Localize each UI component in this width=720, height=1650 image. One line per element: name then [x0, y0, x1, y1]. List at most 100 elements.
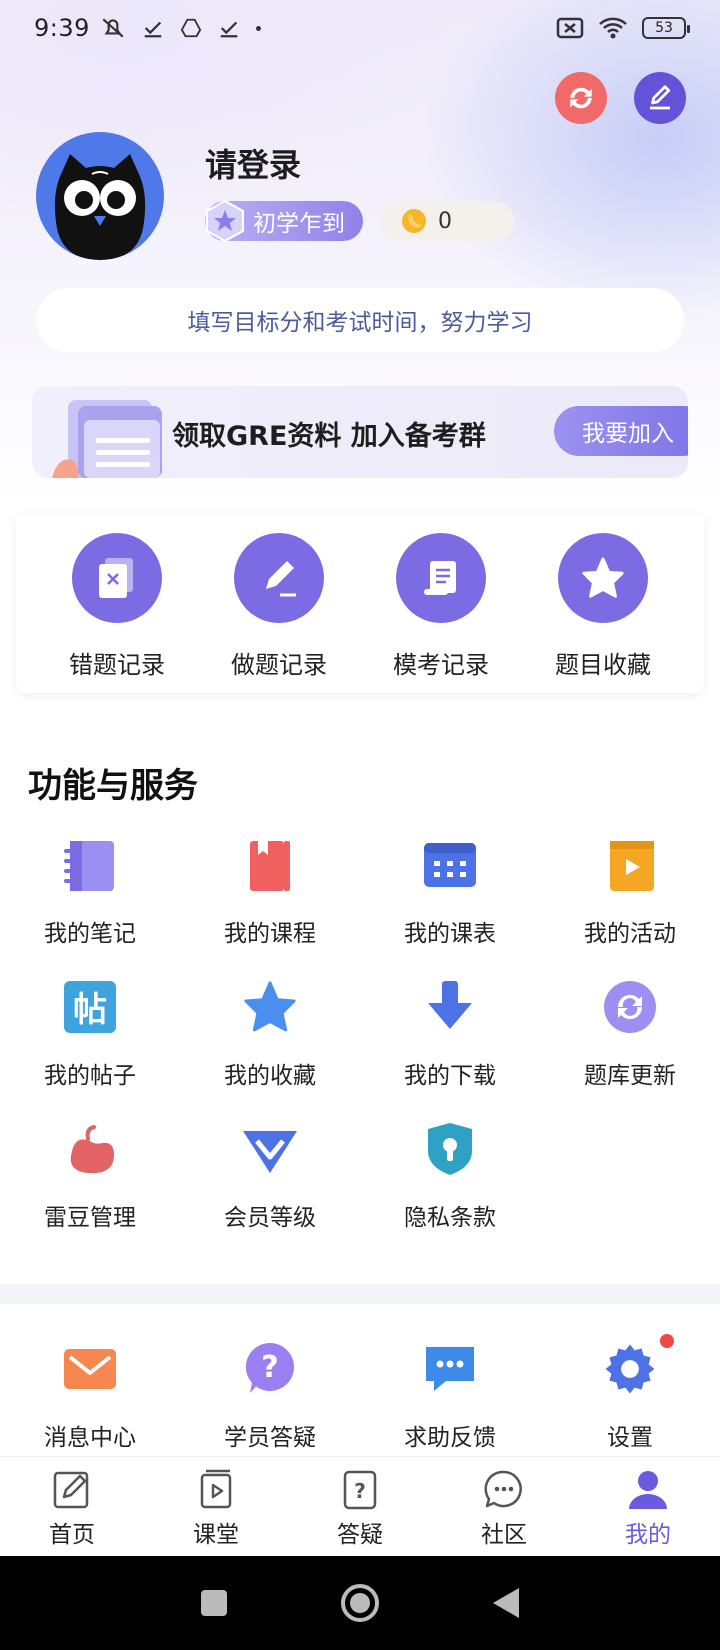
- recents-button[interactable]: [199, 1588, 229, 1618]
- tab-community[interactable]: 社区: [432, 1457, 576, 1556]
- tab-label: 课堂: [193, 1522, 239, 1548]
- service-privacy[interactable]: 隐私条款: [360, 1120, 540, 1232]
- privacy-shield-icon: [428, 1123, 472, 1175]
- more-label: 求助反馈: [404, 1425, 496, 1451]
- record-label: 做题记录: [231, 651, 327, 679]
- record-label: 错题记录: [69, 651, 165, 679]
- goal-setting-bar[interactable]: 填写目标分和考试时间，努力学习: [36, 288, 684, 352]
- qa-icon: ?: [343, 1470, 377, 1510]
- service-label: 题库更新: [584, 1063, 676, 1089]
- book-icon: [250, 841, 290, 891]
- community-icon: [484, 1470, 522, 1508]
- service-label: 我的帖子: [44, 1063, 136, 1089]
- status-bar: 9:39 53: [0, 0, 720, 56]
- star-icon: [582, 557, 624, 598]
- favorite-questions[interactable]: 题目收藏: [533, 533, 673, 693]
- service-label: 我的下载: [404, 1063, 496, 1089]
- mail-icon: [64, 1349, 116, 1389]
- system-nav-bar: [0, 1556, 720, 1650]
- wrong-questions-icon: [99, 558, 133, 598]
- refresh-icon: [570, 87, 592, 109]
- wifi-icon: [599, 17, 627, 39]
- tab-profile[interactable]: 我的: [576, 1457, 720, 1556]
- service-label: 我的课程: [224, 921, 316, 947]
- service-notes[interactable]: 我的笔记: [0, 836, 180, 948]
- practice-record[interactable]: 做题记录: [209, 533, 349, 693]
- notification-dot: [660, 1334, 674, 1348]
- mock-exam-record[interactable]: 模考记录: [371, 533, 511, 693]
- service-label: 雷豆管理: [44, 1205, 136, 1231]
- service-schedule[interactable]: 我的课表: [360, 836, 540, 948]
- classroom-icon: [200, 1469, 232, 1509]
- edit-profile-button[interactable]: [634, 72, 686, 124]
- tab-classroom[interactable]: 课堂: [144, 1457, 288, 1556]
- service-label: 我的课表: [404, 921, 496, 947]
- login-prompt[interactable]: 请登录: [205, 140, 301, 186]
- service-favorites[interactable]: 我的收藏: [180, 978, 360, 1090]
- services-grid: 我的笔记 我的课程 我的课表 我的活动 帖 我的帖子 我的收藏 我的下载 题库更…: [0, 836, 720, 1232]
- help-feedback[interactable]: 求助反馈: [360, 1340, 540, 1452]
- back-button[interactable]: [491, 1586, 521, 1620]
- coin-badge[interactable]: 0: [380, 201, 514, 241]
- play-card-icon: [610, 841, 654, 891]
- join-group-button[interactable]: 我要加入: [554, 406, 688, 456]
- service-label: 会员等级: [224, 1205, 316, 1231]
- tab-qa[interactable]: ? 答疑: [288, 1457, 432, 1556]
- more-label: 学员答疑: [224, 1425, 316, 1451]
- service-label: 隐私条款: [404, 1205, 496, 1231]
- gre-banner[interactable]: 领取GRE资料 加入备考群 我要加入: [32, 386, 688, 478]
- settings[interactable]: 设置: [540, 1334, 720, 1452]
- more-grid: 消息中心 ? 学员答疑 求助反馈 设置: [0, 1334, 720, 1452]
- student-qa[interactable]: ? 学员答疑: [180, 1340, 360, 1452]
- service-label: 我的笔记: [44, 921, 136, 947]
- home-edit-icon: [53, 1471, 89, 1509]
- star-icon: [244, 981, 296, 1032]
- chat-icon: [426, 1347, 474, 1391]
- service-label: 我的活动: [584, 921, 676, 947]
- status-time: 9:39: [34, 14, 90, 42]
- banner-text: 领取GRE资料 加入备考群: [172, 421, 486, 452]
- question-icon: ?: [245, 1342, 294, 1393]
- mute-icon: [102, 18, 124, 38]
- service-bean-management[interactable]: 雷豆管理: [0, 1120, 180, 1232]
- edit-icon: [650, 85, 671, 110]
- service-activities[interactable]: 我的活动: [540, 836, 720, 948]
- service-vip-level[interactable]: 会员等级: [180, 1120, 360, 1232]
- svg-text:帖: 帖: [73, 990, 107, 1030]
- tab-label: 社区: [481, 1522, 527, 1548]
- home-button[interactable]: [339, 1582, 381, 1624]
- service-posts[interactable]: 帖 我的帖子: [0, 978, 180, 1090]
- profile-icon: [629, 1471, 667, 1509]
- coin-icon: [402, 209, 426, 233]
- record-icon-circle: [72, 533, 162, 623]
- message-center[interactable]: 消息中心: [0, 1340, 180, 1452]
- service-label: 我的收藏: [224, 1063, 316, 1089]
- level-label: 初学乍到: [253, 211, 345, 237]
- notebook-icon: [64, 841, 114, 891]
- refresh-icon: [604, 981, 656, 1033]
- sim-off-icon: [556, 17, 584, 39]
- status-right: 53: [556, 16, 690, 40]
- gear-icon: [605, 1344, 655, 1394]
- service-downloads[interactable]: 我的下载: [360, 978, 540, 1090]
- record-label: 题目收藏: [555, 651, 651, 679]
- download-icon: [428, 981, 472, 1029]
- drive-icon: [180, 18, 202, 38]
- wrong-questions-record[interactable]: 错题记录: [47, 533, 187, 693]
- level-badge[interactable]: 初学乍到: [205, 199, 363, 243]
- svg-text:?: ?: [354, 1479, 366, 1503]
- service-question-bank-update[interactable]: 题库更新: [540, 978, 720, 1090]
- tab-home[interactable]: 首页: [0, 1457, 144, 1556]
- avatar[interactable]: [36, 132, 164, 260]
- record-label: 模考记录: [393, 651, 489, 679]
- service-courses[interactable]: 我的课程: [180, 836, 360, 948]
- scroll-icon: [424, 561, 456, 595]
- tab-label: 首页: [49, 1522, 95, 1548]
- level-star-icon: [206, 199, 244, 243]
- more-label: 设置: [607, 1425, 653, 1451]
- owl-avatar-icon: [54, 154, 146, 260]
- check-icon: [144, 21, 162, 38]
- pencil-record-icon: [266, 561, 296, 597]
- refresh-button[interactable]: [555, 72, 607, 124]
- battery-indicator: 53: [642, 17, 690, 39]
